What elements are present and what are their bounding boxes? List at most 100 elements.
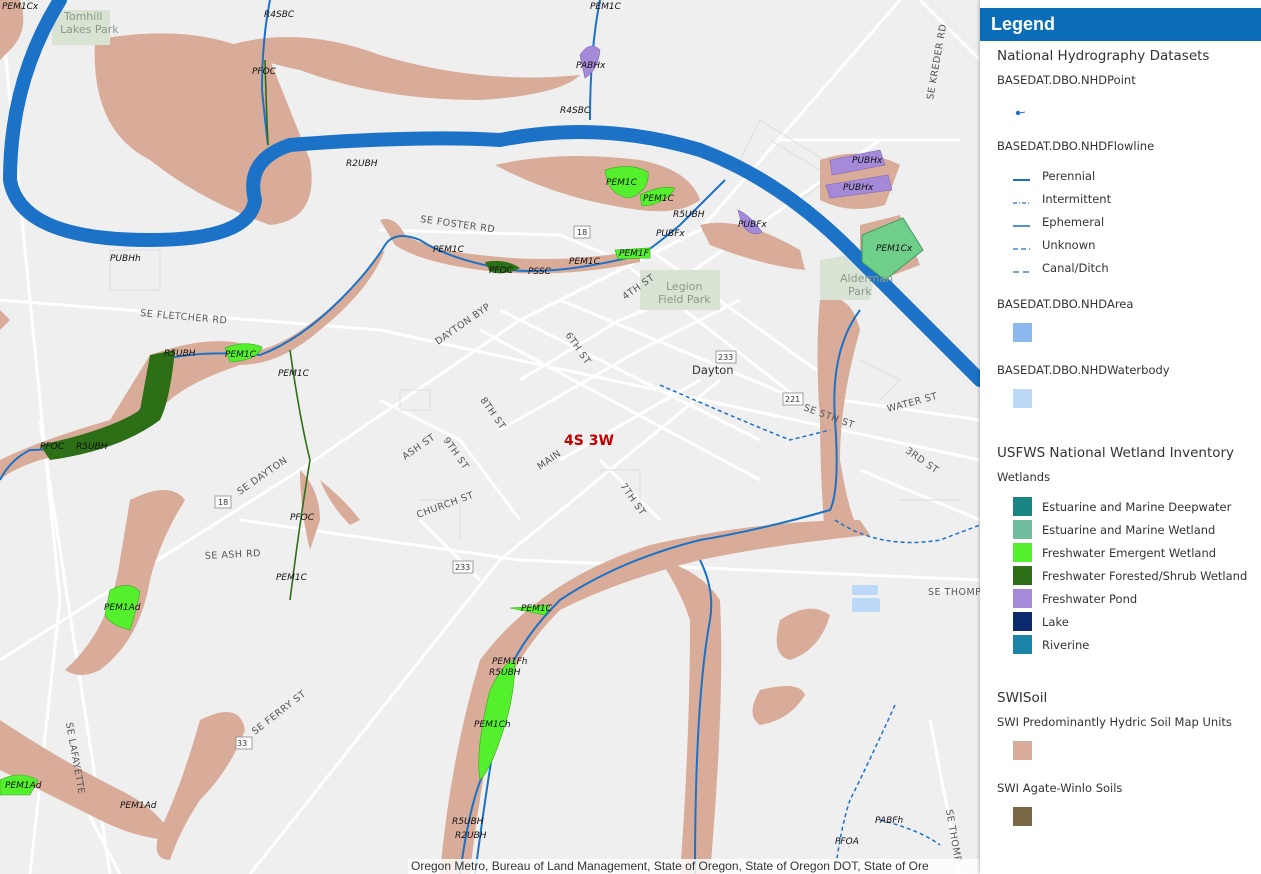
legend-item-canal: Canal/Ditch [1042,261,1109,275]
road-label: SE THOMP [943,809,963,864]
svg-text:R5UBH: R5UBH [489,668,521,678]
park-label-tomhill-1: Tomhill [63,10,102,23]
legend-item-intermittent: Intermittent [1042,192,1112,206]
legend-layer-hydric-soil: SWI Predominantly Hydric Soil Map Units [997,715,1232,729]
road-label: ASH ST [400,432,437,463]
road-label: SE KREDER RD [925,23,949,100]
pond-swatch [1013,589,1032,608]
svg-text:PEM1C: PEM1C [225,350,257,360]
legend-layer-nhd-waterbody: BASEDAT.DBO.NHDWaterbody [997,363,1170,377]
svg-text:PFOC: PFOC [290,513,315,523]
svg-text:PEM1Ad: PEM1Ad [5,781,42,791]
svg-text:PEM1Ch: PEM1Ch [474,720,511,730]
road-label: SE DAYTON [235,455,289,498]
emergent-wetland-swatch [1013,543,1032,562]
canal-line-icon [1013,263,1030,273]
svg-text:PEM1Cx: PEM1Cx [876,244,913,254]
legend-layer-nhd-point: BASEDAT.DBO.NHDPoint [997,73,1136,87]
svg-text:R2UBH: R2UBH [455,831,487,841]
legend-item-ephemeral: Ephemeral [1042,215,1105,229]
legend-item-emergent-wetland: Freshwater Emergent Wetland [1042,546,1217,560]
svg-text:PUBHx: PUBHx [852,156,883,166]
svg-text:R5UBH: R5UBH [452,817,484,827]
road-label: SE THOMP [928,587,980,598]
legend-layer-wetlands: Wetlands [997,470,1051,484]
legend-item-forested-wetland: Freshwater Forested/Shrub Wetland [1042,569,1248,583]
road-label: SE ASH RD [205,548,262,562]
agate-winlo-swatch [1013,807,1032,826]
road-label: SE FLETCHER RD [140,308,228,327]
area-swatch [1013,323,1032,342]
svg-text:18: 18 [218,498,228,507]
svg-text:R5UBH: R5UBH [164,349,196,359]
legend-group-nhd: National Hydrography Datasets [997,48,1210,64]
road-label: SE FERRY ST [250,689,308,738]
svg-text:233: 233 [455,563,470,572]
svg-text:PUBFx: PUBFx [738,220,767,230]
legend-group-nwi: USFWS National Wetland Inventory [997,445,1235,461]
svg-text:R2UBH: R2UBH [346,159,378,169]
township-label: 4S 3W [564,433,614,449]
map-canvas[interactable]: Tomhill Lakes Park Legion Field Park Ald… [0,0,980,874]
estuarine-deepwater-swatch [1013,497,1032,516]
road-label: MAIN [535,448,563,472]
legend-item-pond: Freshwater Pond [1042,592,1138,606]
svg-text:PEM1C: PEM1C [606,178,638,188]
svg-text:PEM1C: PEM1C [276,573,308,583]
road-label: CHURCH ST [415,490,475,521]
svg-text:PEM1C: PEM1C [569,257,601,267]
svg-text:PEM1Cx: PEM1Cx [2,2,39,12]
svg-text:PUBHh: PUBHh [110,254,141,264]
city-label: Dayton [692,363,734,377]
svg-text:PUBHx: PUBHx [843,183,874,193]
svg-text:R5UBH: R5UBH [76,442,108,452]
road-label: 8TH ST [478,395,508,431]
svg-text:PEM1F: PEM1F [619,249,650,259]
svg-text:R4SBC: R4SBC [560,106,591,116]
riverine-swatch [1013,635,1032,654]
legend-layer-nhd-flowline: BASEDAT.DBO.NHDFlowline [997,139,1155,153]
legend-item-estuarine-deepwater: Estuarine and Marine Deepwater [1042,500,1232,514]
legend-item-unknown: Unknown [1042,238,1096,252]
map-attribution: Oregon Metro, Bureau of Land Management,… [408,859,980,874]
road-label: DAYTON BYP [433,301,492,347]
legend-group-soil: SWISoil [997,690,1048,706]
ephemeral-line-icon [1013,217,1030,227]
legend-layer-agate-winlo: SWI Agate-Winlo Soils [997,781,1123,795]
legend-item-perennial: Perennial [1042,169,1096,183]
waterbody-swatch [1013,389,1032,408]
svg-text:PEM1C: PEM1C [590,2,622,12]
park-label-legion-1: Legion [666,280,702,293]
park-label-legion-2: Field Park [658,293,711,306]
svg-text:PABHx: PABHx [576,61,606,71]
hydric-soil-units [0,0,920,874]
legend-layer-nhd-area: BASEDAT.DBO.NHDArea [997,297,1134,311]
svg-text:PFOA: PFOA [835,837,859,847]
unknown-line-icon [1013,240,1030,250]
svg-text:PEM1Ad: PEM1Ad [104,603,141,613]
svg-text:33: 33 [237,739,247,748]
svg-text:PFOC: PFOC [489,266,514,276]
svg-text:PEM1Ad: PEM1Ad [120,801,157,811]
svg-text:PEM1C: PEM1C [643,194,675,204]
legend-item-riverine: Riverine [1042,638,1090,652]
svg-text:PABFh: PABFh [875,816,903,826]
svg-text:18: 18 [577,228,587,237]
legend-title: Legend [980,8,1261,41]
legend-panel: Legend National Hydrography Datasets BAS… [980,0,1261,874]
svg-text:PEM1C: PEM1C [521,604,553,614]
svg-text:PUBFx: PUBFx [656,229,685,239]
road-label: 9TH ST [441,435,471,471]
forested-wetland-swatch [1013,566,1032,585]
intermittent-line-icon [1013,194,1030,204]
forested-wetlands [40,260,520,460]
svg-text:PSSC: PSSC [528,267,552,277]
park-label-alderman-1: Alderman [840,272,893,285]
svg-text:233: 233 [718,353,733,362]
svg-text:PFOC: PFOC [40,442,65,452]
svg-text:R5UBH: R5UBH [673,210,705,220]
estuarine-wetland-swatch [1013,520,1032,539]
map-view[interactable]: Tomhill Lakes Park Legion Field Park Ald… [0,0,980,874]
park-label-alderman-2: Park [848,285,872,298]
svg-text:221: 221 [785,395,800,404]
